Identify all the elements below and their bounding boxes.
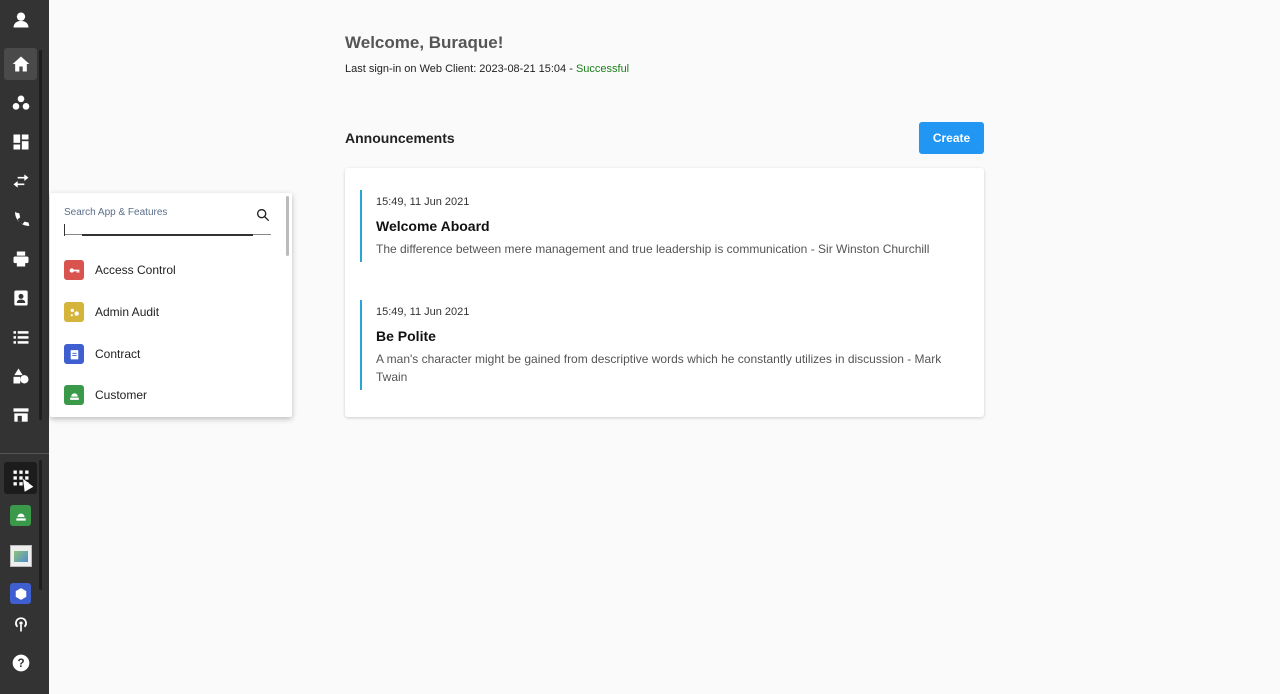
announcement-body: The difference between mere management a…	[376, 242, 930, 256]
announcements-card: 15:49, 11 Jun 2021 Welcome Aboard The di…	[345, 168, 984, 417]
announcements-heading: Announcements	[345, 130, 455, 146]
help-icon[interactable]: ?	[4, 647, 37, 679]
sidebar-scrollbar[interactable]	[39, 50, 42, 420]
app-item-label: Contract	[95, 347, 141, 361]
signin-status: Successful	[575, 63, 630, 75]
store-icon[interactable]	[4, 399, 37, 431]
page-title: Welcome, Buraque!	[345, 33, 504, 52]
user-icon[interactable]	[4, 4, 37, 36]
announcement-item[interactable]: 15:49, 11 Jun 2021 Welcome Aboard The di…	[360, 190, 970, 262]
announcement-title: Be Polite	[376, 328, 436, 344]
search-field[interactable]	[64, 203, 271, 236]
search-input[interactable]	[64, 207, 244, 218]
audit-icon	[64, 302, 84, 322]
sidebar-divider	[0, 453, 49, 454]
customer-app-icon[interactable]	[10, 505, 31, 526]
create-button[interactable]: Create	[919, 122, 984, 154]
print-icon[interactable]	[4, 243, 37, 275]
search-icon[interactable]	[255, 207, 271, 223]
search-underline	[82, 234, 253, 236]
app-item-access-control[interactable]: Access Control	[64, 259, 274, 281]
package-icon[interactable]	[10, 583, 31, 604]
last-signin-text: Last sign-in on Web Client: 2023-08-21 1…	[345, 63, 629, 75]
app-search-popover: Access Control Admin Audit Contract Cust…	[50, 193, 292, 417]
transfer-icon[interactable]	[4, 165, 37, 197]
customer-icon	[64, 385, 84, 405]
dashboard-icon[interactable]	[4, 126, 37, 158]
app-item-contract[interactable]: Contract	[64, 343, 274, 365]
app-item-customer[interactable]: Customer	[64, 384, 274, 406]
left-sidebar: ?	[0, 0, 49, 694]
broadcast-icon[interactable]	[4, 608, 37, 640]
text-caret	[64, 224, 65, 236]
broken-image-icon[interactable]	[10, 545, 32, 567]
phone-icon[interactable]	[4, 204, 37, 236]
announcement-body: A man's character might be gained from d…	[376, 352, 942, 384]
announcement-date: 15:49, 11 Jun 2021	[376, 306, 470, 318]
app-item-label: Admin Audit	[95, 305, 160, 319]
app-item-label: Customer	[95, 388, 148, 402]
clipboard-icon	[64, 344, 84, 364]
list-icon[interactable]	[4, 321, 37, 353]
apps-grid-icon[interactable]	[4, 462, 37, 494]
announcement-title: Welcome Aboard	[376, 218, 490, 234]
key-icon	[64, 260, 84, 280]
shapes-icon[interactable]	[4, 360, 37, 392]
sidebar-scrollbar-lower[interactable]	[39, 460, 42, 590]
groups-icon[interactable]	[4, 87, 37, 119]
contact-icon[interactable]	[4, 282, 37, 314]
signin-prefix: Last sign-in on Web Client: 2023-08-21 1…	[345, 63, 576, 75]
app-item-admin-audit[interactable]: Admin Audit	[64, 301, 274, 323]
announcement-date: 15:49, 11 Jun 2021	[376, 196, 470, 208]
home-icon[interactable]	[4, 48, 37, 80]
popover-scrollbar[interactable]	[286, 196, 289, 256]
announcement-item[interactable]: 15:49, 11 Jun 2021 Be Polite A man's cha…	[360, 300, 970, 390]
svg-text:?: ?	[17, 657, 24, 670]
app-item-label: Access Control	[95, 263, 176, 277]
